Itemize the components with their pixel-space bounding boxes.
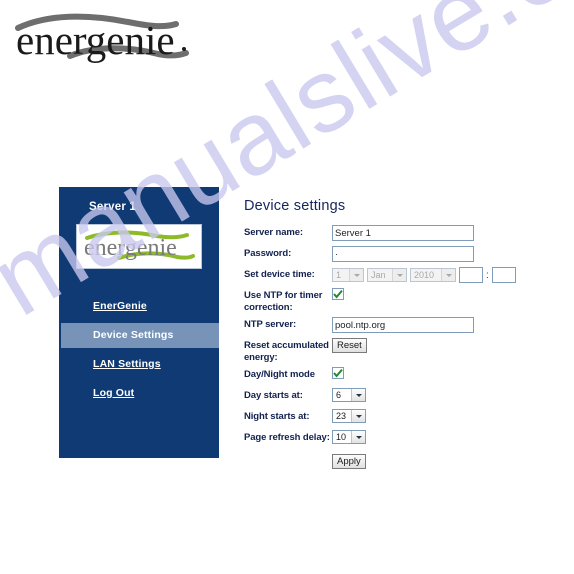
row-night-starts-at: Night starts at: 23	[244, 409, 544, 426]
reset-energy-label: Reset accumulated energy:	[244, 340, 329, 363]
sidebar-nav: EnerGenie Device Settings LAN Settings L…	[59, 294, 219, 406]
sidebar-item-energenie[interactable]: EnerGenie	[59, 294, 219, 319]
server-name-label: Server name:	[244, 227, 304, 238]
password-label: Password:	[244, 248, 292, 259]
page-refresh-delay-label: Page refresh delay:	[244, 432, 330, 443]
use-ntp-checkbox[interactable]	[332, 288, 344, 300]
row-server-name: Server name:	[244, 225, 544, 242]
ntp-server-label: NTP server:	[244, 319, 297, 330]
device-time-year-value: 2010	[414, 270, 435, 280]
reset-button[interactable]: Reset	[332, 338, 367, 353]
chevron-down-icon	[392, 269, 406, 281]
set-device-time-control: 1 Jan 2010 :	[332, 267, 544, 283]
day-night-mode-checkbox[interactable]	[332, 367, 344, 379]
checkmark-icon	[333, 289, 343, 299]
device-time-month-value: Jan	[371, 270, 386, 280]
chevron-down-icon	[441, 269, 455, 281]
sidebar-item-label: Device Settings	[93, 329, 174, 341]
ntp-server-control	[332, 317, 544, 333]
row-page-refresh-delay: Page refresh delay: 10	[244, 430, 544, 447]
day-starts-at-control: 6	[332, 388, 544, 402]
sidebar-item-label: EnerGenie	[93, 300, 147, 312]
sidebar-logo: energenie	[76, 224, 202, 269]
reset-energy-control: Reset	[332, 338, 544, 353]
sidebar-item-device-settings[interactable]: Device Settings	[61, 323, 219, 348]
page-title: Device settings	[244, 198, 346, 214]
row-reset-energy: Reset accumulated energy: Reset	[244, 338, 544, 363]
night-starts-at-value: 23	[336, 411, 347, 421]
server-name-control	[332, 225, 544, 241]
row-set-device-time: Set device time: 1 Jan 2010 :	[244, 267, 544, 284]
page-refresh-delay-select[interactable]: 10	[332, 430, 366, 444]
row-day-starts-at: Day starts at: 6	[244, 388, 544, 405]
use-ntp-control	[332, 288, 544, 300]
sidebar-item-log-out[interactable]: Log Out	[59, 381, 219, 406]
day-starts-at-select[interactable]: 6	[332, 388, 366, 402]
set-device-time-label: Set device time:	[244, 269, 315, 280]
night-starts-at-label: Night starts at:	[244, 411, 310, 422]
row-apply: Apply	[244, 454, 544, 471]
sidebar-item-lan-settings[interactable]: LAN Settings	[59, 352, 219, 377]
chevron-down-icon	[351, 410, 365, 422]
apply-button[interactable]: Apply	[332, 454, 366, 469]
row-use-ntp: Use NTP for timer correction:	[244, 288, 544, 313]
device-time-day-value: 1	[336, 270, 342, 280]
sidebar-title: Server 1	[89, 201, 136, 213]
energenie-logo-sidebar: energenie	[84, 229, 195, 261]
day-starts-at-value: 6	[336, 390, 342, 400]
sidebar: Server 1 energenie EnerGenie Device Sett…	[59, 187, 219, 458]
day-starts-at-label: Day starts at:	[244, 390, 303, 401]
night-starts-at-control: 23	[332, 409, 544, 423]
day-night-mode-label: Day/Night mode	[244, 369, 315, 380]
row-day-night-mode: Day/Night mode	[244, 367, 544, 384]
password-input[interactable]	[332, 246, 474, 262]
chevron-down-icon	[351, 389, 365, 401]
night-starts-at-select[interactable]: 23	[332, 409, 366, 423]
chevron-down-icon	[351, 431, 365, 443]
checkmark-icon	[333, 368, 343, 378]
energenie-logo-header: energenie	[15, 13, 189, 63]
chevron-down-icon	[349, 269, 363, 281]
device-time-month-select[interactable]: Jan	[367, 268, 407, 282]
device-time-day-select[interactable]: 1	[332, 268, 364, 282]
device-time-separator: :	[486, 269, 489, 281]
device-time-year-select[interactable]: 2010	[410, 268, 456, 282]
use-ntp-label: Use NTP for timer correction:	[244, 290, 323, 313]
sidebar-item-label: Log Out	[93, 387, 135, 399]
page-root: manualslive.com energenie Server 1 energ…	[0, 0, 574, 574]
server-name-input[interactable]	[332, 225, 474, 241]
device-time-minute-input[interactable]	[491, 267, 516, 283]
page-refresh-delay-value: 10	[336, 432, 347, 442]
device-time-hour-input[interactable]	[459, 267, 483, 283]
svg-text:energenie: energenie	[16, 17, 175, 63]
row-password: Password:	[244, 246, 544, 263]
brand-header: energenie	[8, 6, 208, 68]
device-settings-panel: Device settings Server name: Password: S…	[244, 198, 544, 475]
ntp-server-input[interactable]	[332, 317, 474, 333]
row-ntp-server: NTP server:	[244, 317, 544, 334]
password-control	[332, 246, 544, 262]
page-refresh-delay-control: 10	[332, 430, 544, 444]
svg-text:energenie: energenie	[84, 235, 177, 261]
sidebar-item-label: LAN Settings	[93, 358, 161, 370]
day-night-mode-control	[332, 367, 544, 379]
apply-control: Apply	[332, 454, 544, 469]
